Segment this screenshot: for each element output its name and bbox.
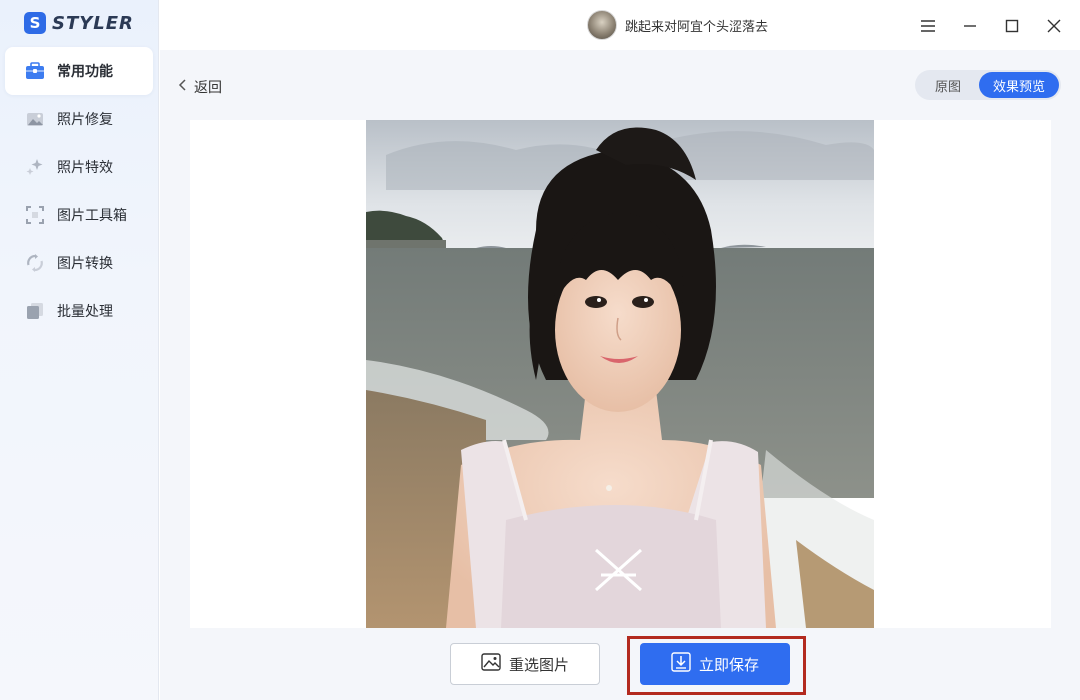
sidebar-item-label: 图片转换 bbox=[57, 256, 113, 272]
sidebar-item-label: 照片特效 bbox=[57, 160, 113, 176]
image-icon bbox=[481, 653, 501, 675]
minimize-icon[interactable] bbox=[956, 12, 984, 40]
app-logo: S STYLER bbox=[24, 12, 134, 34]
batch-stack-icon bbox=[25, 301, 45, 321]
sidebar-item-batch-processing[interactable]: 批量处理 bbox=[5, 287, 153, 335]
chevron-left-icon bbox=[178, 79, 186, 95]
maximize-icon[interactable] bbox=[998, 12, 1026, 40]
sidebar-item-label: 常用功能 bbox=[57, 64, 113, 80]
view-toggle: 原图 效果预览 bbox=[915, 70, 1061, 100]
sidebar-nav: 常用功能 照片修复 照片特效 图片工具箱 图片转换 批量处理 bbox=[5, 47, 153, 335]
sidebar-item-image-convert[interactable]: 图片转换 bbox=[5, 239, 153, 287]
back-button[interactable]: 返回 bbox=[178, 77, 222, 97]
toolbox-icon bbox=[25, 61, 45, 81]
download-icon bbox=[671, 652, 691, 676]
tab-original[interactable]: 原图 bbox=[917, 72, 979, 98]
reselect-image-button[interactable]: 重选图片 bbox=[450, 643, 600, 685]
sidebar-item-image-toolbox[interactable]: 图片工具箱 bbox=[5, 191, 153, 239]
save-label: 立即保存 bbox=[698, 655, 759, 674]
sidebar: S STYLER 常用功能 照片修复 照片特效 图片工具箱 图片转换 批量处理 bbox=[0, 0, 159, 700]
sidebar-item-label: 照片修复 bbox=[57, 112, 113, 128]
back-label: 返回 bbox=[194, 80, 222, 96]
sidebar-item-photo-repair[interactable]: 照片修复 bbox=[5, 95, 153, 143]
user-profile[interactable]: 跳起来对阿宜个头涩落去 bbox=[587, 10, 768, 40]
title-bar: 跳起来对阿宜个头涩落去 bbox=[160, 0, 1080, 50]
tab-effect-preview[interactable]: 效果预览 bbox=[979, 72, 1059, 98]
preview-canvas bbox=[190, 120, 1051, 628]
sidebar-item-label: 批量处理 bbox=[57, 304, 113, 320]
sparkle-effects-icon bbox=[25, 157, 45, 177]
sidebar-item-common-functions[interactable]: 常用功能 bbox=[5, 47, 153, 95]
crop-frame-icon bbox=[25, 205, 45, 225]
sidebar-item-label: 图片工具箱 bbox=[57, 208, 127, 224]
main-content: 返回 原图 效果预览 重选图片 立即保存 bbox=[160, 50, 1080, 700]
reselect-label: 重选图片 bbox=[508, 655, 569, 674]
convert-cycle-icon bbox=[25, 253, 45, 273]
logo-text: STYLER bbox=[52, 12, 134, 34]
menu-icon[interactable] bbox=[914, 12, 942, 40]
photo-repair-icon bbox=[25, 109, 45, 129]
sidebar-item-photo-effects[interactable]: 照片特效 bbox=[5, 143, 153, 191]
result-photo bbox=[366, 120, 874, 628]
username: 跳起来对阿宜个头涩落去 bbox=[625, 19, 769, 35]
logo-mark-icon: S bbox=[24, 12, 46, 34]
save-now-button[interactable]: 立即保存 bbox=[640, 643, 790, 685]
avatar[interactable] bbox=[587, 10, 617, 40]
close-icon[interactable] bbox=[1040, 12, 1068, 40]
